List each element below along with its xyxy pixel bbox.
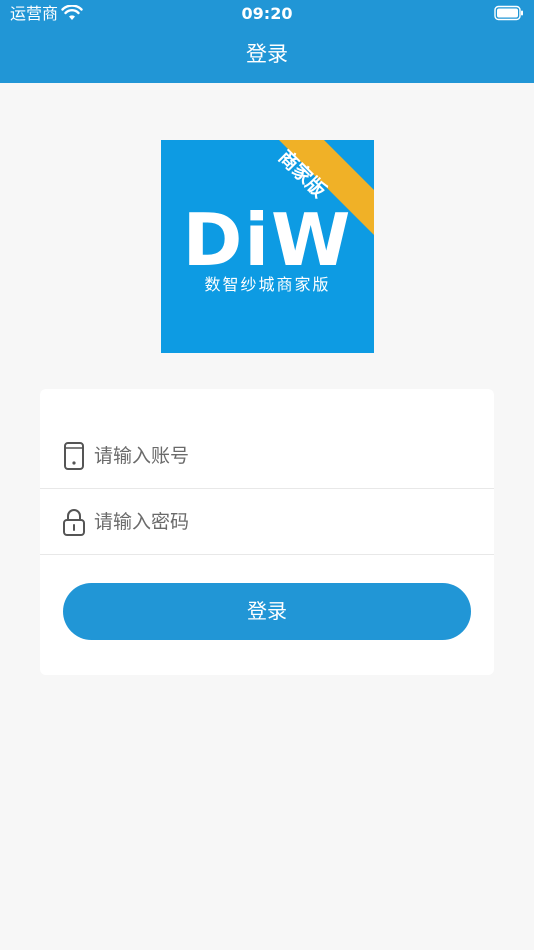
password-input[interactable] bbox=[94, 506, 464, 538]
phone-icon bbox=[64, 442, 84, 470]
logo-wordmark: DiW bbox=[182, 198, 353, 282]
battery-icon bbox=[494, 5, 523, 21]
app-logo: 商家版 DiW 数智纱城商家版 bbox=[161, 140, 374, 353]
login-button[interactable]: 登录 bbox=[63, 583, 471, 640]
logo-subtitle: 数智纱城商家版 bbox=[204, 275, 331, 294]
status-time: 09:20 bbox=[241, 4, 293, 23]
app-header: 运营商 09:20 登录 bbox=[0, 0, 534, 83]
account-field-row[interactable] bbox=[40, 424, 494, 489]
account-input[interactable] bbox=[94, 440, 464, 472]
status-bar: 运营商 09:20 bbox=[0, 0, 534, 28]
page-title: 登录 bbox=[246, 42, 288, 66]
password-field-row[interactable] bbox=[40, 490, 494, 555]
lock-icon bbox=[63, 509, 85, 536]
